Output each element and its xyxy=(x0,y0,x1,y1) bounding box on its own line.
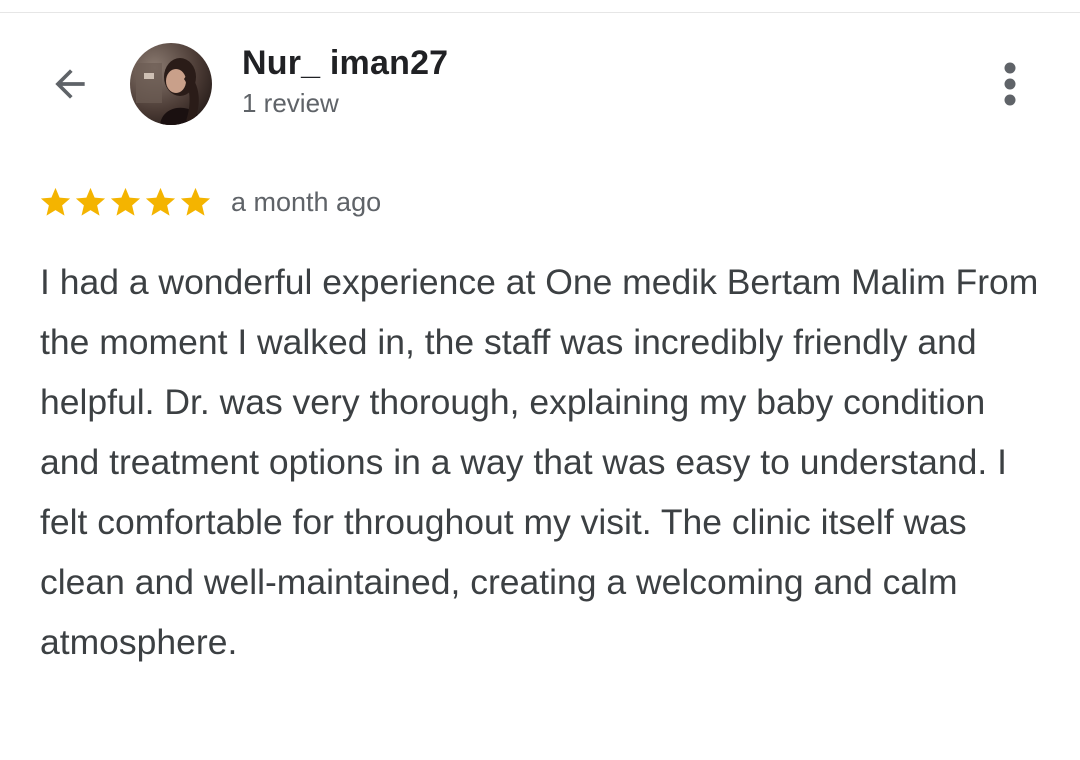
rating-row: a month ago xyxy=(38,182,381,222)
user-name[interactable]: Nur_ iman27 xyxy=(242,44,448,83)
arrow-left-icon xyxy=(55,69,85,99)
star-icon xyxy=(40,187,71,216)
top-divider xyxy=(0,12,1080,13)
star-icon xyxy=(75,187,106,216)
review-detail-screen: Nur_ iman27 1 review a month ago I had a… xyxy=(0,0,1080,760)
avatar[interactable] xyxy=(130,43,212,125)
star-rating xyxy=(38,185,213,220)
more-vertical-icon xyxy=(1004,62,1016,106)
review-text: I had a wonderful experience at One medi… xyxy=(40,262,1039,662)
review-time: a month ago xyxy=(231,186,382,217)
star-icon xyxy=(145,187,176,216)
star-icon xyxy=(180,187,211,216)
back-button[interactable] xyxy=(42,56,98,112)
star-icon xyxy=(110,187,141,216)
review-count: 1 review xyxy=(242,88,339,118)
more-options-button[interactable] xyxy=(990,58,1030,110)
